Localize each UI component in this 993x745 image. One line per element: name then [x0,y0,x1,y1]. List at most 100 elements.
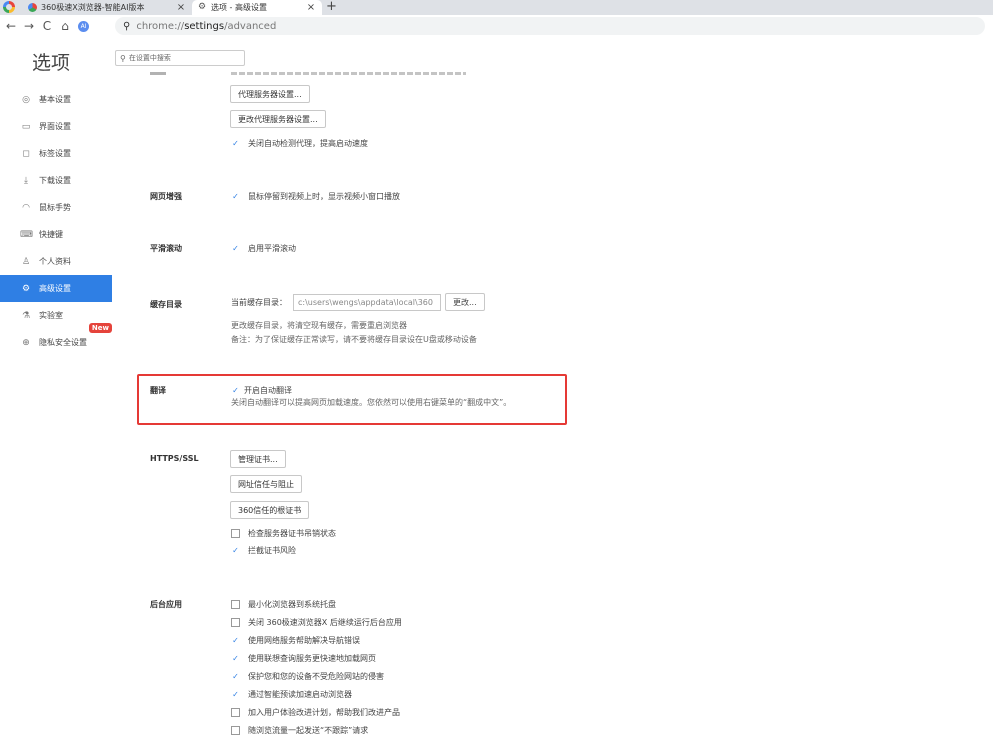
cache-current-label: 当前缓存目录： [231,297,287,307]
shield-plus-icon: ⊕ [22,337,30,348]
manage-certificates-button[interactable]: 管理证书... [230,450,286,468]
sidebar-item-profile[interactable]: ♙ 个人资料 [0,248,112,275]
home-button[interactable]: ⌂ [56,19,74,33]
search-placeholder: 在设置中搜索 [128,54,171,62]
sidebar-item-interface[interactable]: ▭ 界面设置 [0,113,112,140]
background-option-checkbox[interactable]: 加入用户体验改进计划，帮助我们改进产品 [231,707,400,718]
change-proxy-button[interactable]: 更改代理服务器设置... [230,110,326,128]
background-option-checkbox[interactable]: ✓ 保护您和您的设备不受危险网站的侵害 [231,671,384,682]
mouse-icon: ◠ [22,202,30,213]
page-title: 选项 [32,52,71,74]
video-popup-checkbox[interactable]: ✓ 鼠标停留到视频上时，显示视频小窗口播放 [231,191,400,202]
checkbox-label: 使用联想查询服务更快速地加载网页 [248,654,376,663]
sidebar-item-download[interactable]: ⤓ 下载设置 [0,167,112,194]
smooth-scroll-checkbox[interactable]: ✓ 启用平滑滚动 [231,243,296,254]
circle-icon: ◎ [22,94,30,105]
360-logo-icon [28,3,37,12]
block-cert-risk-checkbox[interactable]: ✓ 拦截证书风险 [231,545,296,556]
background-option-checkbox[interactable]: ✓ 使用网络服务帮助解决导航错误 [231,635,360,646]
checkbox-checked-icon: ✓ [232,386,239,395]
section-label-cache: 缓存目录 [150,300,182,309]
auto-detect-proxy-checkbox[interactable]: ✓ 关闭自动检测代理，提高启动速度 [231,138,368,149]
search-icon: ⚲ [120,53,126,63]
sidebar-item-mouse-gesture[interactable]: ◠ 鼠标手势 [0,194,112,221]
new-tab-button[interactable]: + [326,0,337,14]
forward-button[interactable]: → [20,19,38,33]
checkbox-unchecked-icon [231,529,240,538]
checkbox-label: 检查服务器证书吊销状态 [248,529,336,538]
checkbox-checked-icon: ✓ [232,139,239,148]
settings-content: 代理服务器设置... 更改代理服务器设置... ✓ 关闭自动检测代理，提高启动速… [112,72,993,745]
sidebar-item-tabs[interactable]: ◻ 标签设置 [0,140,112,167]
checkbox-checked-icon: ✓ [232,546,239,555]
close-icon[interactable]: × [306,2,316,13]
settings-search-input[interactable]: ⚲ 在设置中搜索 [115,50,245,66]
sidebar-item-label: 隐私安全设置 [39,338,87,347]
sidebar-item-basic[interactable]: ◎ 基本设置 [0,86,112,113]
window-icon: ▭ [21,121,31,132]
download-icon: ⤓ [24,175,28,186]
checkbox-label: 关闭 360极速浏览器X 后继续运行后台应用 [248,618,402,627]
sidebar-item-shortcuts[interactable]: ⌨ 快捷键 [0,221,112,248]
url-path: /advanced [224,20,277,32]
checkbox-label: 鼠标停留到视频上时，显示视频小窗口播放 [248,192,400,201]
background-option-checkbox[interactable]: 随浏览流量一起发送“不跟踪”请求 [231,725,368,736]
translate-note: 关闭自动翻译可以提高网页加载速度。您依然可以使用右键菜单的“翻成中文”。 [231,398,512,407]
back-button[interactable]: ← [2,19,20,33]
section-label-background: 后台应用 [150,600,182,609]
checkbox-checked-icon: ✓ [232,192,239,201]
cropped-section-label [150,72,166,75]
site-trust-button[interactable]: 网址信任与阻止 [230,475,302,493]
background-option-checkbox[interactable]: ✓ 使用联想查询服务更快速地加载网页 [231,653,376,664]
proxy-settings-button[interactable]: 代理服务器设置... [230,85,310,103]
checkbox-unchecked-icon [231,708,240,717]
sidebar-item-label: 下载设置 [39,176,71,185]
reload-button[interactable]: C [38,19,56,33]
address-bar[interactable]: ⚲ chrome:// settings /advanced [115,17,985,35]
settings-sidebar: ◎ 基本设置 ▭ 界面设置 ◻ 标签设置 ⤓ 下载设置 ◠ 鼠标手势 ⌨ 快捷键… [0,86,112,356]
sidebar-item-label: 基本设置 [39,95,71,104]
check-revocation-checkbox[interactable]: 检查服务器证书吊销状态 [231,528,336,539]
url-scheme: chrome:// [136,20,185,32]
sidebar-item-label: 高级设置 [39,284,71,293]
tab-title: 360极速X浏览器-智能AI版本 [41,3,145,12]
checkbox-checked-icon: ✓ [232,244,239,253]
tab-title: 选项 - 高级设置 [211,3,267,12]
checkbox-label: 关闭自动检测代理，提高启动速度 [248,139,368,148]
sidebar-item-label: 实验室 [39,311,63,320]
checkbox-checked-icon: ✓ [232,672,239,681]
checkbox-label: 保护您和您的设备不受危险网站的侵害 [248,672,384,681]
background-option-checkbox[interactable]: 最小化浏览器到系统托盘 [231,599,336,610]
checkbox-label: 拦截证书风险 [248,546,296,555]
sidebar-item-advanced[interactable]: ⚙ 高级设置 [0,275,112,302]
change-cache-button[interactable]: 更改... [445,293,485,311]
sidebar-item-label: 个人资料 [39,257,71,266]
section-label-https: HTTPS/SSL [150,454,199,463]
tab-360-browser[interactable]: 360极速X浏览器-智能AI版本 × [22,0,192,15]
sidebar-item-label: 标签设置 [39,149,71,158]
checkbox-label: 通过智能预读加速启动浏览器 [248,690,352,699]
checkbox-unchecked-icon [231,600,240,609]
background-option-checkbox[interactable]: ✓ 通过智能预读加速启动浏览器 [231,689,352,700]
checkbox-label: 启用平滑滚动 [248,244,296,253]
checkbox-unchecked-icon [231,618,240,627]
checkbox-label: 开启自动翻译 [244,386,292,395]
cache-note: 更改缓存目录，将清空现有缓存，需要重启浏览器 [231,321,407,330]
checkbox-checked-icon: ✓ [232,636,239,645]
new-badge: New [88,323,112,333]
checkbox-label: 使用网络服务帮助解决导航错误 [248,636,360,645]
tab-settings[interactable]: ⚙ 选项 - 高级设置 × [192,0,322,15]
root-certificates-button[interactable]: 360信任的根证书 [230,501,310,519]
gear-icon: ⚙ [21,283,31,294]
sidebar-item-label: 快捷键 [39,230,63,239]
auto-translate-checkbox[interactable]: ✓ 开启自动翻译 [231,385,292,396]
close-icon[interactable]: × [176,2,186,13]
ai-assistant-icon[interactable]: AI [78,20,89,32]
cache-path-field[interactable]: c:\users\wengs\appdata\local\360 [293,293,441,311]
section-label-smooth-scroll: 平滑滚动 [150,244,182,253]
background-option-checkbox[interactable]: 关闭 360极速浏览器X 后继续运行后台应用 [231,617,402,628]
tab-strip: 360极速X浏览器-智能AI版本 × ⚙ 选项 - 高级设置 × + [0,0,993,15]
checkbox-checked-icon: ✓ [232,654,239,663]
browser-logo-icon[interactable] [3,1,15,13]
sidebar-item-privacy[interactable]: New ⊕ 隐私安全设置 [0,323,112,356]
